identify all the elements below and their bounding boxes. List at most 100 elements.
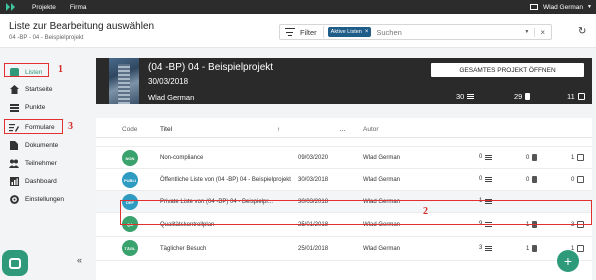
open-project-button[interactable]: GESAMTES PROJEKT ÖFFNEN bbox=[431, 63, 584, 77]
document-icon bbox=[9, 140, 19, 150]
list-code-badge: TÄGL bbox=[122, 240, 138, 256]
list-author: Wlad German bbox=[363, 155, 401, 161]
people-icon bbox=[577, 176, 585, 183]
breadcrumb[interactable]: 04 -BP - 04 - Beispielprojekt bbox=[9, 35, 84, 41]
list-code-badge: PUBLI bbox=[122, 172, 138, 188]
points-count: 0 bbox=[479, 176, 493, 182]
list-date: 09/03/2020 bbox=[298, 155, 329, 161]
nav-projekte[interactable]: Projekte bbox=[32, 4, 56, 11]
points-count: 0 bbox=[479, 154, 493, 160]
gear-icon bbox=[9, 194, 19, 204]
table-row[interactable]: NON Non-compliance 09/03/2020 Wlad Germa… bbox=[96, 147, 592, 169]
search-input[interactable]: Suchen bbox=[376, 28, 524, 37]
sidebar-item-label: Dashboard bbox=[25, 177, 57, 185]
list-date: 25/01/2018 bbox=[298, 246, 329, 252]
sidebar-item-label: Startseite bbox=[25, 85, 53, 93]
chevron-down-icon[interactable]: ▼ bbox=[524, 29, 529, 35]
project-owner: Wlad German bbox=[148, 93, 195, 102]
document-icon bbox=[525, 93, 531, 100]
sidebar-item-dashboard[interactable]: Dashboard bbox=[0, 173, 91, 189]
page-title: Liste zur Bearbeitung auswählen bbox=[9, 21, 155, 32]
user-name: Wlad German bbox=[542, 3, 584, 11]
highlight-box-listen bbox=[4, 63, 49, 77]
stack-icon bbox=[9, 102, 19, 112]
sidebar-item-label: Dokumente bbox=[25, 141, 59, 149]
table-row[interactable]: TÄGL Täglicher Besuch 25/01/2018 Wlad Ge… bbox=[96, 237, 592, 261]
documents-count: 1 bbox=[526, 245, 538, 252]
monitor-icon bbox=[529, 4, 538, 10]
close-icon[interactable]: × bbox=[365, 29, 369, 35]
chevron-down-icon: ▼ bbox=[587, 4, 592, 10]
user-menu[interactable]: Wlad German ▼ bbox=[529, 0, 592, 14]
home-icon bbox=[9, 84, 19, 94]
list-author: Wlad German bbox=[363, 177, 401, 183]
participants-count: 0 bbox=[571, 176, 585, 183]
list-icon bbox=[485, 245, 493, 251]
participants-count: 1 bbox=[571, 154, 585, 161]
list-title[interactable]: Täglicher Besuch bbox=[160, 246, 206, 252]
highlight-box-formulare bbox=[4, 119, 63, 134]
column-autor[interactable]: Autor bbox=[363, 126, 379, 133]
list-title[interactable]: Öffentliche Liste von (04 -BP) 04 - Beis… bbox=[160, 177, 291, 183]
sidebar-item-label: Einstellungen bbox=[25, 195, 65, 203]
project-banner: (04 -BP) 04 - Beispielprojekt 30/03/2018… bbox=[96, 58, 592, 104]
sidebar-item-teilnehmer[interactable]: Teilnehmer bbox=[0, 155, 91, 171]
document-icon bbox=[532, 154, 538, 161]
filter-label[interactable]: Filter bbox=[300, 28, 317, 37]
sidebar-item-label: Punkte bbox=[25, 103, 46, 111]
stat-participants: 11 bbox=[567, 92, 585, 101]
list-icon bbox=[485, 176, 493, 182]
add-list-button[interactable]: + bbox=[557, 250, 579, 272]
list-date: 30/03/2018 bbox=[298, 177, 329, 183]
project-date: 30/03/2018 bbox=[148, 77, 189, 86]
list-code-badge: NON bbox=[122, 150, 138, 166]
stat-value: 29 bbox=[514, 92, 523, 101]
project-title: (04 -BP) 04 - Beispielprojekt bbox=[148, 62, 274, 73]
active-filter-chip[interactable]: Aktive Listen × bbox=[327, 27, 372, 37]
column-code[interactable]: Code bbox=[122, 126, 138, 133]
sidebar: Listen Startseite Punkte Formulare Dokum… bbox=[0, 48, 91, 280]
sidebar-item-dokumente[interactable]: Dokumente bbox=[0, 137, 91, 153]
people-icon bbox=[577, 245, 585, 252]
chip-label: Aktive Listen bbox=[330, 29, 362, 35]
list-icon bbox=[467, 94, 475, 99]
chat-button[interactable] bbox=[2, 250, 28, 276]
ellipsis-icon[interactable]: … bbox=[339, 126, 346, 133]
filter-bar[interactable]: Filter Aktive Listen × Suchen ▼ × bbox=[279, 24, 552, 40]
divider bbox=[322, 26, 324, 38]
table-header: Code Titel ↑ … Autor bbox=[96, 118, 592, 138]
stat-value: 11 bbox=[567, 92, 575, 101]
refresh-icon[interactable]: ↻ bbox=[578, 27, 588, 37]
clear-icon[interactable]: × bbox=[534, 27, 545, 37]
list-author: Wlad German bbox=[363, 246, 401, 252]
list-icon bbox=[485, 154, 493, 160]
marker-number: 1 bbox=[58, 64, 63, 75]
stat-value: 30 bbox=[456, 92, 465, 101]
column-titel[interactable]: Titel bbox=[160, 126, 172, 133]
people-icon bbox=[577, 93, 585, 100]
list-title[interactable]: Non-compliance bbox=[160, 155, 203, 161]
documents-count: 0 bbox=[526, 154, 538, 161]
sidebar-item-einstellungen[interactable]: Einstellungen bbox=[0, 191, 91, 207]
sidebar-item-label: Teilnehmer bbox=[25, 159, 57, 167]
app-logo-icon[interactable] bbox=[4, 0, 18, 14]
sidebar-item-startseite[interactable]: Startseite bbox=[0, 81, 91, 97]
document-icon bbox=[532, 245, 538, 252]
lists-table: Code Titel ↑ … Autor NON Non-compliance … bbox=[96, 118, 592, 280]
points-count: 3 bbox=[479, 245, 493, 251]
sort-up-icon[interactable]: ↑ bbox=[277, 126, 280, 133]
stat-lists: 30 bbox=[456, 92, 475, 101]
people-icon bbox=[9, 158, 19, 168]
documents-count: 0 bbox=[526, 176, 538, 183]
filter-icon[interactable] bbox=[285, 28, 295, 36]
table-row[interactable]: PUBLI Öffentliche Liste von (04 -BP) 04 … bbox=[96, 169, 592, 191]
nav-firma[interactable]: Firma bbox=[70, 4, 87, 11]
top-bar: Projekte Firma Wlad German ▼ bbox=[0, 0, 596, 14]
marker-number: 3 bbox=[68, 121, 73, 132]
collapse-sidebar-icon[interactable]: « bbox=[77, 255, 82, 265]
project-thumbnail bbox=[109, 58, 139, 104]
table-row[interactable] bbox=[96, 138, 592, 147]
document-icon bbox=[532, 176, 538, 183]
sidebar-item-punkte[interactable]: Punkte bbox=[0, 99, 91, 115]
dashboard-icon bbox=[9, 176, 19, 186]
